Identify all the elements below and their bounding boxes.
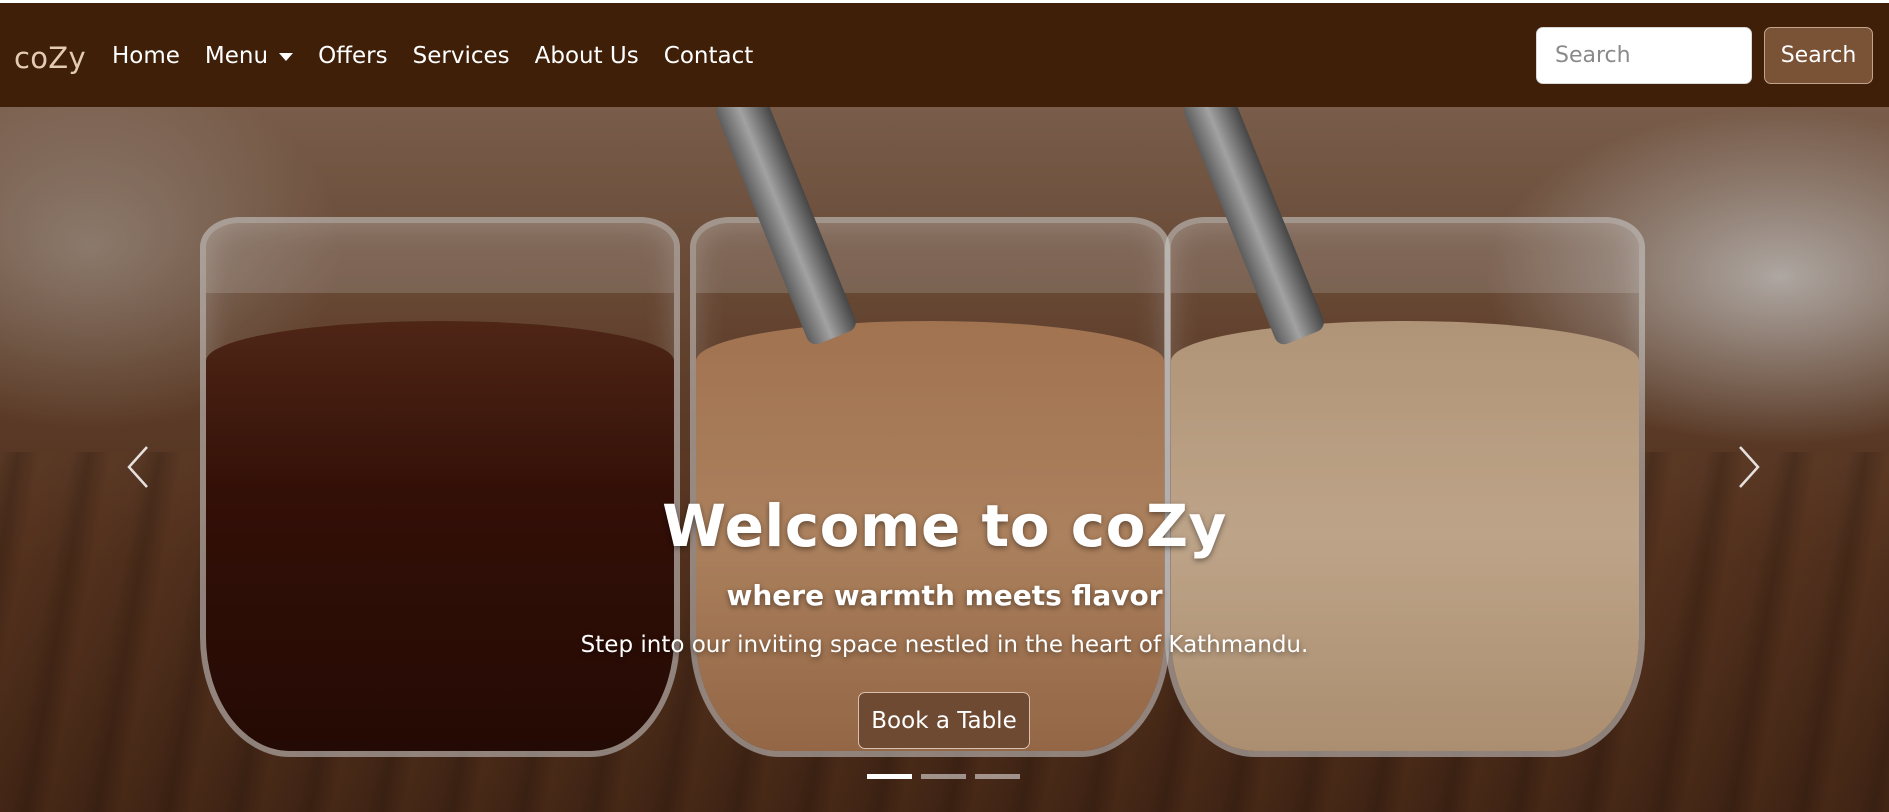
carousel-indicator[interactable]: [867, 774, 912, 779]
book-table-button[interactable]: Book a Table: [858, 692, 1030, 749]
nav-link-about-us[interactable]: About Us: [535, 43, 639, 69]
hero-subtitle: where warmth meets flavor: [726, 579, 1163, 612]
carousel-next-button[interactable]: [1729, 437, 1769, 497]
nav-link-home[interactable]: Home: [112, 43, 180, 69]
hero-description: Step into our inviting space nestled in …: [580, 632, 1309, 658]
chevron-right-icon: [1739, 446, 1760, 488]
nav-link-menu-label: Menu: [204, 43, 269, 69]
brand-logo[interactable]: coZy: [14, 41, 86, 75]
carousel-caption: Welcome to coZy where warmth meets flavo…: [0, 497, 1889, 658]
hero-title: Welcome to coZy: [662, 492, 1227, 560]
search-input[interactable]: [1536, 27, 1752, 84]
chevron-left-icon: [127, 446, 148, 488]
carousel-indicator[interactable]: [921, 774, 966, 779]
hero-carousel: Welcome to coZy where warmth meets flavo…: [0, 107, 1889, 812]
search-button[interactable]: Search: [1764, 27, 1873, 84]
nav-link-services[interactable]: Services: [413, 43, 510, 69]
nav-link-contact[interactable]: Contact: [664, 43, 753, 69]
navbar: coZy Home Menu Offers Services About Us …: [0, 3, 1889, 107]
caret-down-icon: [279, 53, 294, 61]
carousel-indicator[interactable]: [975, 774, 1020, 779]
carousel-indicators: [867, 774, 1020, 779]
carousel-prev-button[interactable]: [118, 437, 158, 497]
nav-link-offers[interactable]: Offers: [318, 43, 388, 69]
nav-links: Home Menu Offers Services About Us Conta…: [112, 43, 778, 69]
nav-link-menu[interactable]: Menu: [204, 43, 294, 69]
